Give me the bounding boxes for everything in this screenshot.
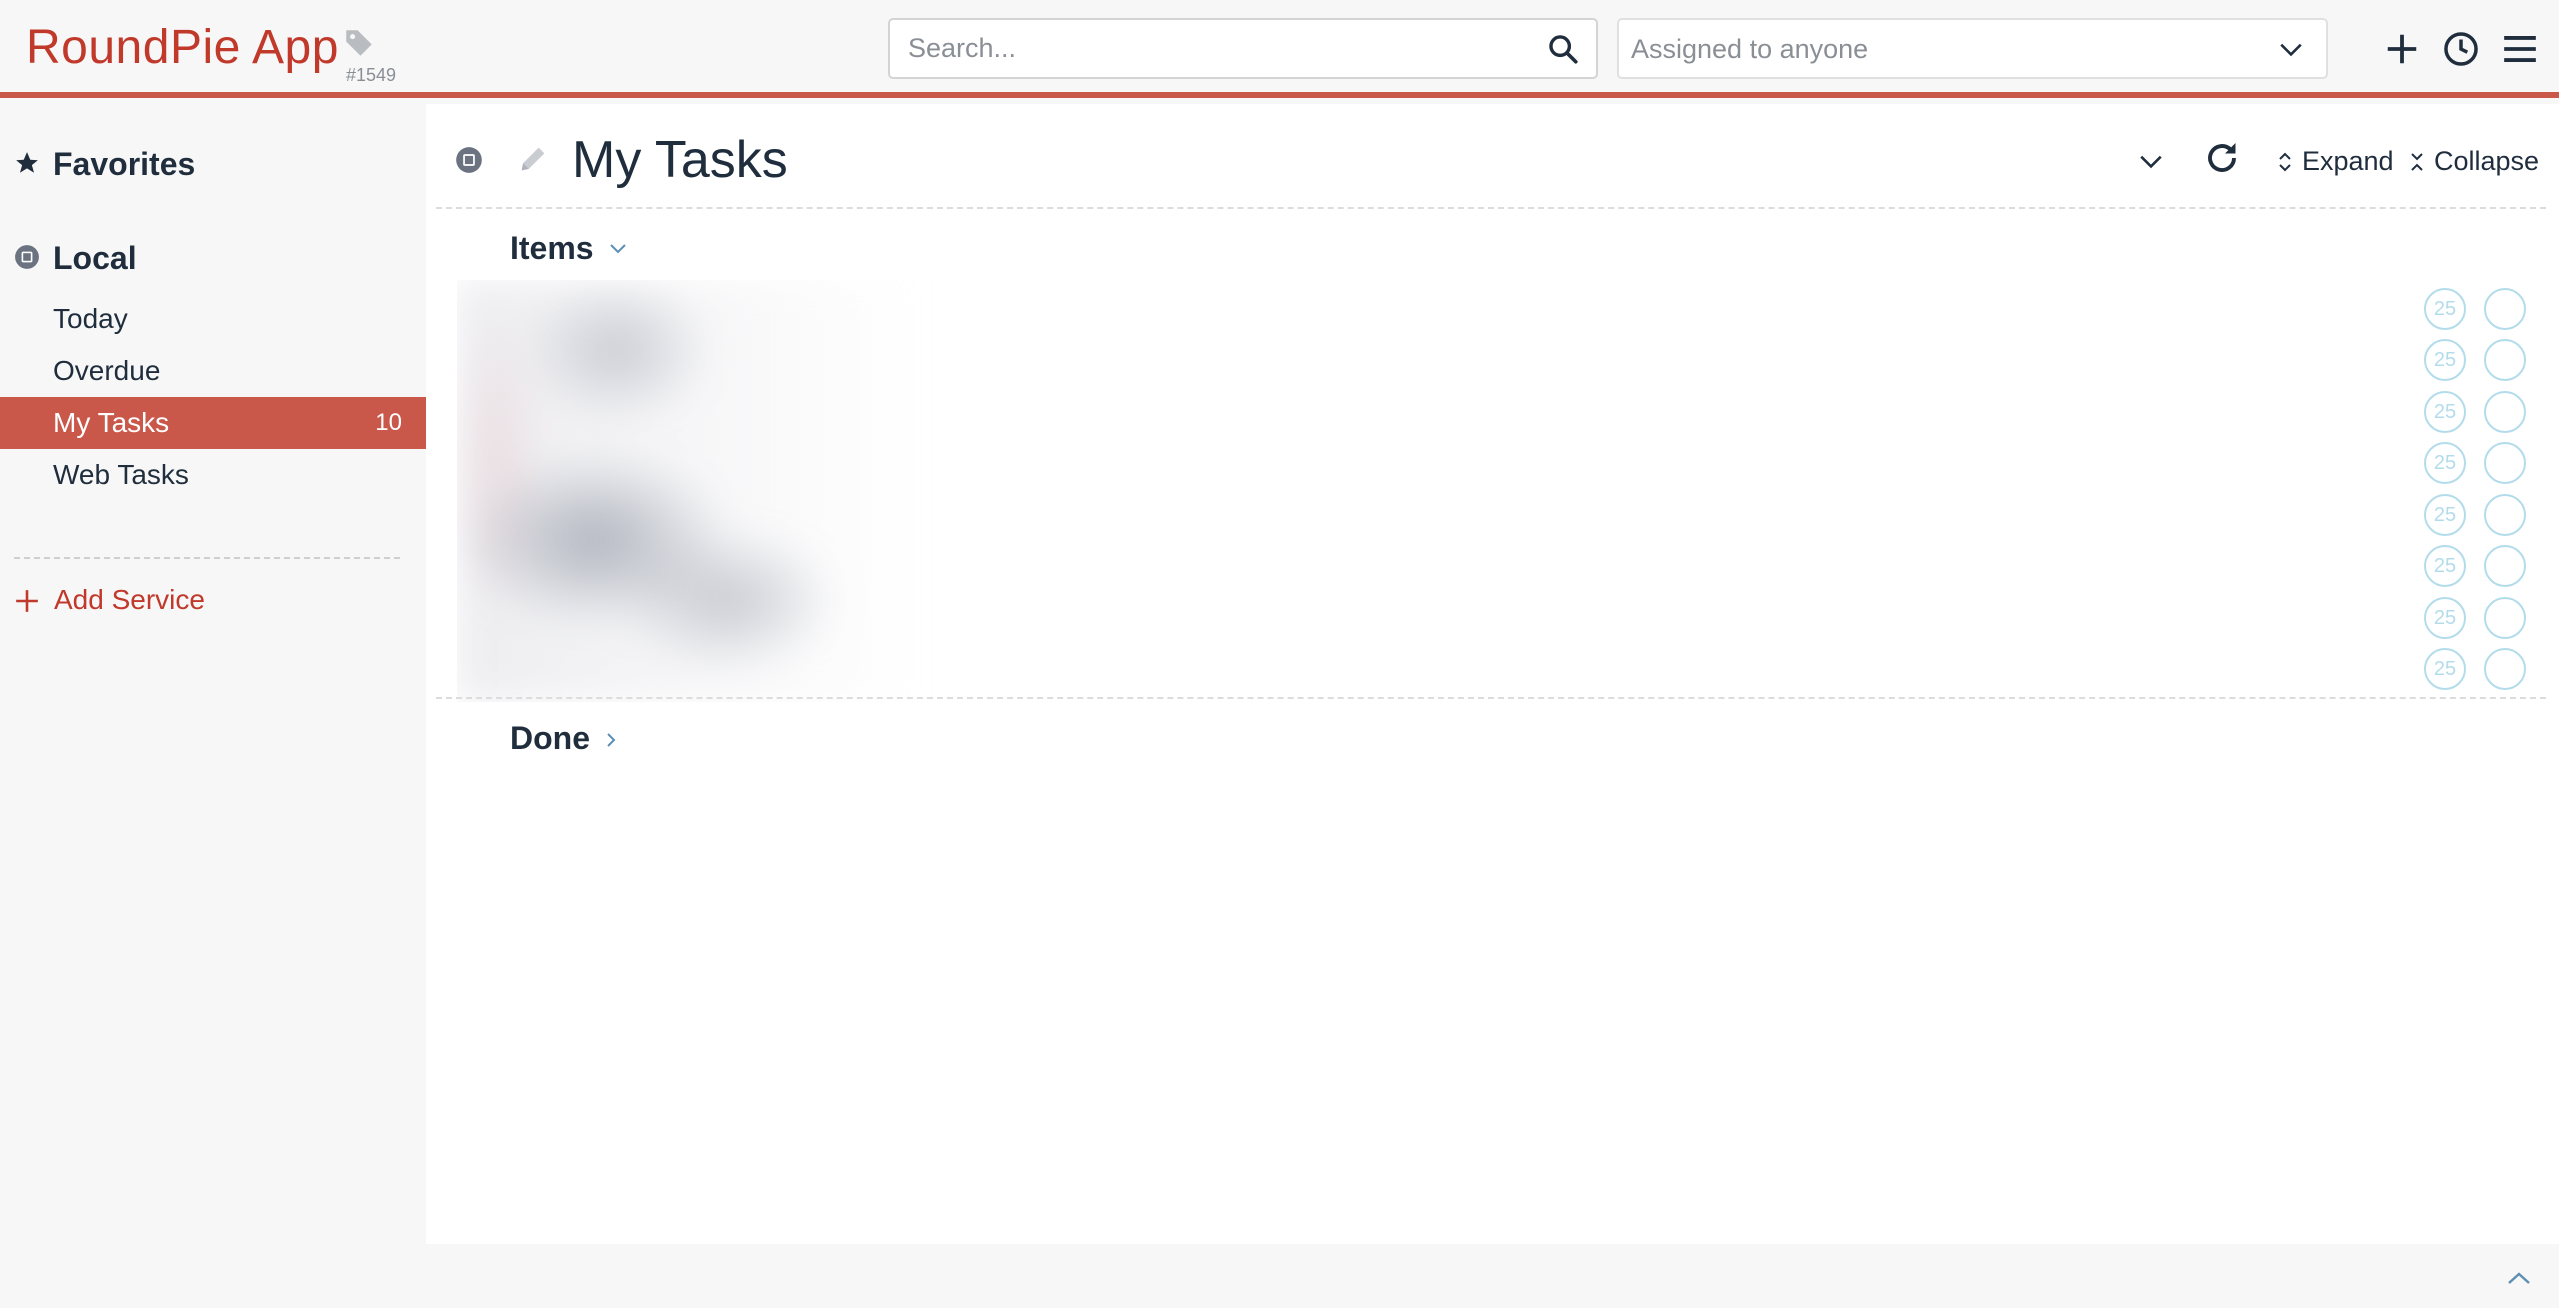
chevron-down-icon <box>610 244 626 254</box>
complete-checkbox[interactable] <box>2484 391 2526 433</box>
tag-icon <box>346 30 372 56</box>
complete-checkbox[interactable] <box>2484 494 2526 536</box>
table-row: 25 <box>2424 648 2534 690</box>
hamburger-menu-icon[interactable] <box>2501 30 2539 68</box>
plus-icon[interactable] <box>2383 30 2421 68</box>
sidebar-favorites-label: Favorites <box>53 146 196 182</box>
sidebar-divider <box>14 557 400 559</box>
pencil-icon[interactable] <box>516 142 550 176</box>
main-panel: My Tasks Expand Collapse Items 25 25 25 … <box>426 104 2559 1244</box>
complete-checkbox[interactable] <box>2484 545 2526 587</box>
group-items-label: Items <box>510 230 594 266</box>
sidebar-item-count: 10 <box>375 409 402 436</box>
expand-label: Expand <box>2302 146 2394 176</box>
expand-icon <box>2279 152 2291 172</box>
collapse-icon <box>2411 153 2423 171</box>
group-done-header[interactable]: Done <box>510 720 616 757</box>
sidebar-item-web-tasks[interactable]: Web Tasks <box>0 449 426 501</box>
sidebar-item-label: Web Tasks <box>53 459 189 490</box>
sidebar-item-today[interactable]: Today <box>0 293 426 345</box>
complete-checkbox[interactable] <box>2484 597 2526 639</box>
search-icon[interactable] <box>1546 32 1580 66</box>
group-items-header[interactable]: Items <box>510 230 626 267</box>
complete-checkbox[interactable] <box>2484 648 2526 690</box>
sidebar-item-label: Overdue <box>53 355 161 386</box>
list-icon <box>15 245 39 269</box>
table-row: 25 <box>2424 391 2534 433</box>
table-row: 25 <box>2424 339 2534 381</box>
sidebar-item-overdue[interactable]: Overdue <box>0 345 426 397</box>
blurred-task-content <box>457 280 997 702</box>
complete-checkbox[interactable] <box>2484 339 2526 381</box>
chevron-up-icon[interactable] <box>2505 1268 2533 1288</box>
table-row: 25 <box>2424 288 2534 330</box>
top-header: RoundPie App #1549 Assigned to anyone <box>0 0 2559 98</box>
pomodoro-badge[interactable]: 25 <box>2424 391 2466 433</box>
list-icon[interactable] <box>455 146 483 174</box>
clock-icon[interactable] <box>2442 30 2480 68</box>
pomodoro-badge[interactable]: 25 <box>2424 339 2466 381</box>
chevron-right-icon <box>607 733 616 747</box>
header-divider <box>436 207 2546 209</box>
pomodoro-badge[interactable]: 25 <box>2424 597 2466 639</box>
table-row: 25 <box>2424 494 2534 536</box>
sidebar: Favorites Local Today Overdue My Tasks 1… <box>0 104 426 1244</box>
pomodoro-badge[interactable]: 25 <box>2424 648 2466 690</box>
collapse-label: Collapse <box>2434 146 2540 176</box>
star-icon <box>16 152 38 173</box>
sidebar-local-label: Local <box>53 240 137 276</box>
pomodoro-badge[interactable]: 25 <box>2424 545 2466 587</box>
pomodoro-badge[interactable]: 25 <box>2424 494 2466 536</box>
build-number: #1549 <box>346 65 397 85</box>
page-title: My Tasks <box>572 131 788 189</box>
pomodoro-badge[interactable]: 25 <box>2424 288 2466 330</box>
assignee-filter-value: Assigned to anyone <box>1631 34 1869 64</box>
sidebar-item-my-tasks[interactable]: My Tasks 10 <box>0 397 426 449</box>
pomodoro-badge[interactable]: 25 <box>2424 442 2466 484</box>
blurred-task-content-fill <box>457 280 997 702</box>
table-row: 25 <box>2424 545 2534 587</box>
search-box <box>888 18 1598 79</box>
group-done-label: Done <box>510 720 590 756</box>
sidebar-item-label: Today <box>53 303 128 334</box>
sidebar-item-label: My Tasks <box>53 407 170 438</box>
items-divider <box>436 697 2546 699</box>
complete-checkbox[interactable] <box>2484 442 2526 484</box>
plus-icon <box>16 590 38 612</box>
chevron-down-icon <box>2280 43 2302 57</box>
assignee-filter-select[interactable]: Assigned to anyone <box>1617 18 2328 79</box>
chevron-down-icon[interactable] <box>2138 150 2164 172</box>
search-input[interactable] <box>908 20 1508 77</box>
table-row: 25 <box>2424 442 2534 484</box>
table-row: 25 <box>2424 597 2534 639</box>
app-title[interactable]: RoundPie App <box>26 20 339 75</box>
complete-checkbox[interactable] <box>2484 288 2526 330</box>
refresh-icon[interactable] <box>2204 140 2240 176</box>
add-service-label: Add Service <box>54 584 205 615</box>
